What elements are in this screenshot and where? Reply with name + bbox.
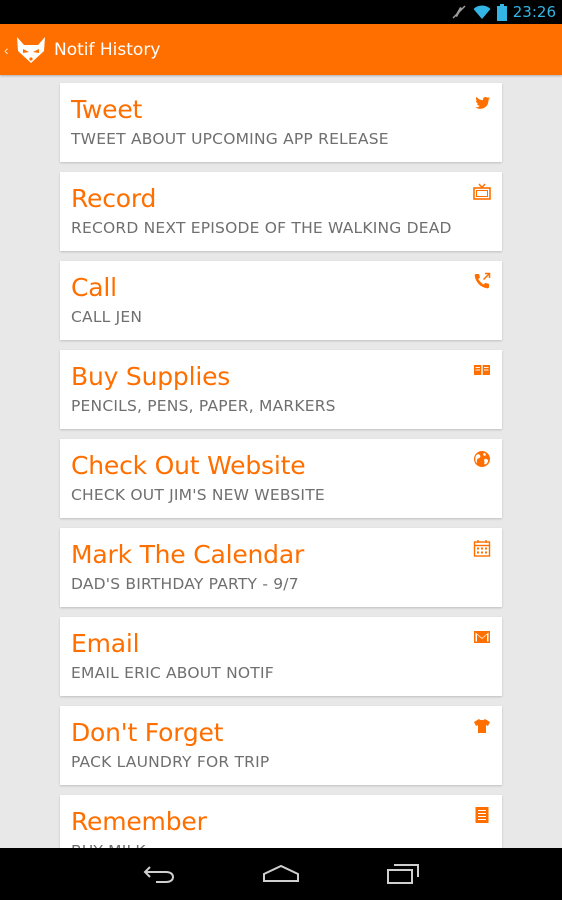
item-title: Tweet — [71, 95, 143, 124]
up-caret-icon[interactable]: ‹ — [4, 42, 12, 58]
item-subtitle: EMAIL ERIC ABOUT NOTIF — [71, 664, 274, 682]
item-subtitle: TWEET ABOUT UPCOMING APP RELEASE — [71, 130, 389, 148]
item-subtitle: DAD'S BIRTHDAY PARTY - 9/7 — [71, 575, 299, 593]
battery-icon — [496, 3, 507, 21]
home-button[interactable] — [256, 859, 306, 889]
list-item[interactable]: Mark The Calendar DAD'S BIRTHDAY PARTY -… — [60, 528, 502, 607]
status-icons: 23:26 — [451, 0, 556, 24]
book-icon — [474, 365, 490, 375]
mute-icon — [452, 5, 466, 19]
back-icon — [143, 866, 175, 883]
wifi-icon — [473, 5, 491, 19]
list-item[interactable]: Check Out Website CHECK OUT JIM'S NEW WE… — [60, 439, 502, 518]
notif-history-list: Tweet TWEET ABOUT UPCOMING APP RELEASE R… — [60, 83, 502, 884]
phone-outgoing-icon — [474, 272, 491, 289]
item-title: Remember — [71, 807, 207, 836]
item-title: Record — [71, 184, 157, 213]
twitter-bird-icon — [475, 96, 490, 109]
status-clock: 23:26 — [512, 3, 556, 21]
list-item[interactable]: Buy Supplies PENCILS, PENS, PAPER, MARKE… — [60, 350, 502, 429]
action-bar: ‹ Notif History — [0, 24, 562, 75]
back-button[interactable] — [134, 859, 184, 889]
item-title: Mark The Calendar — [71, 540, 305, 569]
system-nav-bar — [0, 848, 562, 900]
item-title: Call — [71, 273, 117, 302]
item-title: Email — [71, 629, 140, 658]
item-subtitle: PACK LAUNDRY FOR TRIP — [71, 753, 270, 771]
note-list-icon — [475, 807, 489, 823]
home-icon — [263, 864, 299, 882]
fox-logo-icon[interactable] — [14, 33, 48, 67]
app-title[interactable]: Notif History — [54, 40, 160, 60]
tshirt-icon — [474, 719, 490, 733]
list-item[interactable]: Tweet TWEET ABOUT UPCOMING APP RELEASE — [60, 83, 502, 162]
status-bar: 23:26 — [0, 0, 562, 24]
item-subtitle: RECORD NEXT EPISODE OF THE WALKING DEAD — [71, 219, 452, 237]
list-item[interactable]: Call CALL JEN — [60, 261, 502, 340]
tv-icon — [473, 183, 491, 200]
item-subtitle: CHECK OUT JIM'S NEW WEBSITE — [71, 486, 325, 504]
list-item[interactable]: Don't Forget PACK LAUNDRY FOR TRIP — [60, 706, 502, 785]
calendar-icon — [473, 540, 491, 557]
item-subtitle: CALL JEN — [71, 308, 143, 326]
list-item[interactable]: Record RECORD NEXT EPISODE OF THE WALKIN… — [60, 172, 502, 251]
globe-icon — [474, 451, 490, 467]
recent-apps-icon — [387, 864, 419, 884]
item-title: Buy Supplies — [71, 362, 231, 391]
item-title: Don't Forget — [71, 718, 224, 747]
recent-apps-button[interactable] — [378, 859, 428, 889]
envelope-icon — [474, 631, 490, 643]
list-item[interactable]: Email EMAIL ERIC ABOUT NOTIF — [60, 617, 502, 696]
item-title: Check Out Website — [71, 451, 306, 480]
item-subtitle: PENCILS, PENS, PAPER, MARKERS — [71, 397, 336, 415]
